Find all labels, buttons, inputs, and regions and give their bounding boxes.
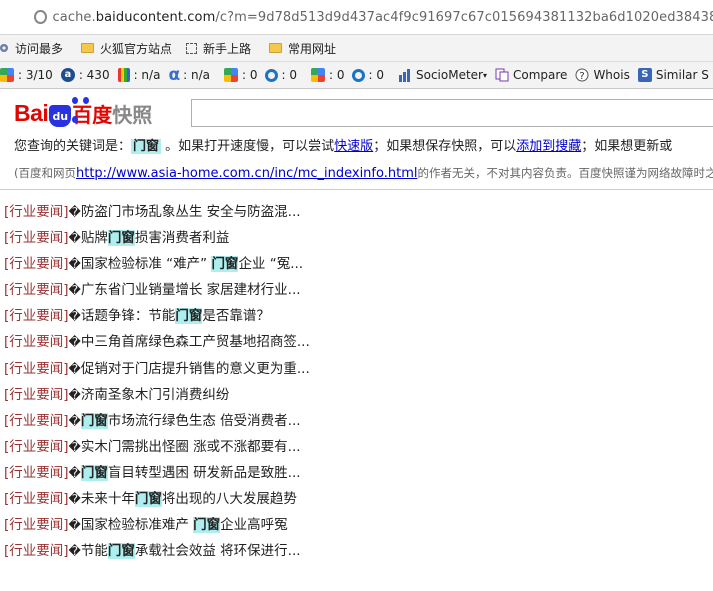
keyword-highlight: 门窗 [131,139,162,154]
folder-icon [81,43,95,53]
svg-text:?: ? [580,71,585,82]
google-icon [223,68,238,82]
google-icon [0,68,14,82]
gear-icon [0,44,8,52]
alexa-icon: a [60,68,75,82]
compete-icon [117,68,130,82]
list-item[interactable]: [行业要闻]�门窗盲目转型遇困 研发新品是致胜... [4,460,713,486]
compare-button[interactable]: Compare [495,68,567,82]
bookmark-firefox-official[interactable]: 火狐官方站点 [77,40,172,57]
compare-icon [495,68,509,82]
list-item[interactable]: [行业要闻]�防盗门市场乱象丛生 安全与防盗混... [4,199,713,225]
folder-icon [269,43,283,53]
pagerank-item[interactable]: : 3/10 [0,68,53,82]
bing-index-item[interactable]: : 0 [265,68,297,82]
seo-toolbar: : 3/10 a: 430 : n/a α: n/a : 0 : 0 : 0 :… [0,62,713,89]
list-item[interactable]: [行业要闻]�国家检验标准难产 门窗企业高呼冤 [4,512,713,538]
alexa-item[interactable]: a: 430 [60,68,110,82]
list-item[interactable]: [行业要闻]�国家检验标准 “难产” 门窗企业 “冤... [4,251,713,277]
bookmark-common-sites[interactable]: 常用网址 [265,40,336,57]
bookmark-most-visited[interactable]: 访问最多 [0,40,63,57]
baidu-kuaizhao-logo[interactable]: Bai du 百度 快照 [14,96,176,128]
list-item[interactable]: [行业要闻]�中三角首席绿色森工产贸基地招商签... [4,329,713,355]
divider [0,189,713,190]
url-text[interactable]: cache.baiducontent.com/c?m=9d78d513d9d43… [53,10,713,25]
list-item[interactable]: [行业要闻]�贴牌门窗损害消费者利益 [4,225,713,251]
bar-chart-icon [398,68,410,82]
google-index-item[interactable]: : 0 [223,68,257,82]
list-item[interactable]: [行业要闻]�门窗市场流行绿色生态 倍受消费者... [4,408,713,434]
google-links-item[interactable]: : 0 [310,68,344,82]
bookmarks-toolbar: 访问最多 火狐官方站点 新手上路 常用网址 [0,35,713,62]
bookmark-getting-started[interactable]: 新手上路 [186,40,251,57]
alpha-item[interactable]: α: n/a [168,65,210,85]
news-list: [行业要闻]�防盗门市场乱象丛生 安全与防盗混... [行业要闻]�贴牌门窗损害… [4,199,713,564]
dashed-box-icon [186,42,198,54]
list-item[interactable]: [行业要闻]�实木门需挑出怪圈 涨或不涨都要有... [4,434,713,460]
similar-sites-button[interactable]: S Similar S [637,68,709,82]
list-item[interactable]: [行业要闻]�未来十年门窗将出现的八大发展趋势 [4,486,713,512]
list-item[interactable]: [行业要闻]�促销对于门店提升销售的意义更为重... [4,356,713,382]
alpha-icon: α [168,65,181,85]
list-item[interactable]: [行业要闻]�话题争锋：节能门窗是否靠谱？ [4,303,713,329]
cache-notice: 您查询的关键词是： 门窗 。如果打开速度慢，可以尝试快速版；如果想保存快照，可以添… [14,139,673,154]
bing-icon [352,68,366,82]
add-to-favorites-link[interactable]: 添加到搜藏 [516,139,581,154]
compete-item[interactable]: : n/a [117,68,160,82]
list-item[interactable]: [行业要闻]�广东省门业销量增长 家居建材行业... [4,277,713,303]
google-icon [310,68,325,82]
sociometer-button[interactable]: SocioMeter ▾ [398,68,487,82]
address-bar[interactable]: cache.baiducontent.com/c?m=9d78d513d9d43… [0,0,713,35]
globe-icon [34,10,47,24]
list-item[interactable]: [行业要闻]�济南圣象木门引消费纠纷 [4,382,713,408]
help-icon: ? [575,68,589,82]
list-item[interactable]: [行业要闻]�节能门窗承载社会效益 将环保进行... [4,538,713,564]
source-url-link[interactable]: http://www.asia-home.com.cn/inc/mc_index… [76,166,417,181]
fast-version-link[interactable]: 快速版 [334,139,373,154]
baidu-header: Bai du 百度 快照 [0,89,713,137]
similar-sites-icon: S [637,68,652,82]
bing-links-item[interactable]: : 0 [352,68,384,82]
disclaimer: (百度和网页http://www.asia-home.com.cn/inc/mc… [14,166,713,181]
whois-button[interactable]: ? Whois [575,68,630,82]
bing-icon [265,68,279,82]
paw-icon [72,89,96,123]
search-input[interactable] [191,99,713,127]
